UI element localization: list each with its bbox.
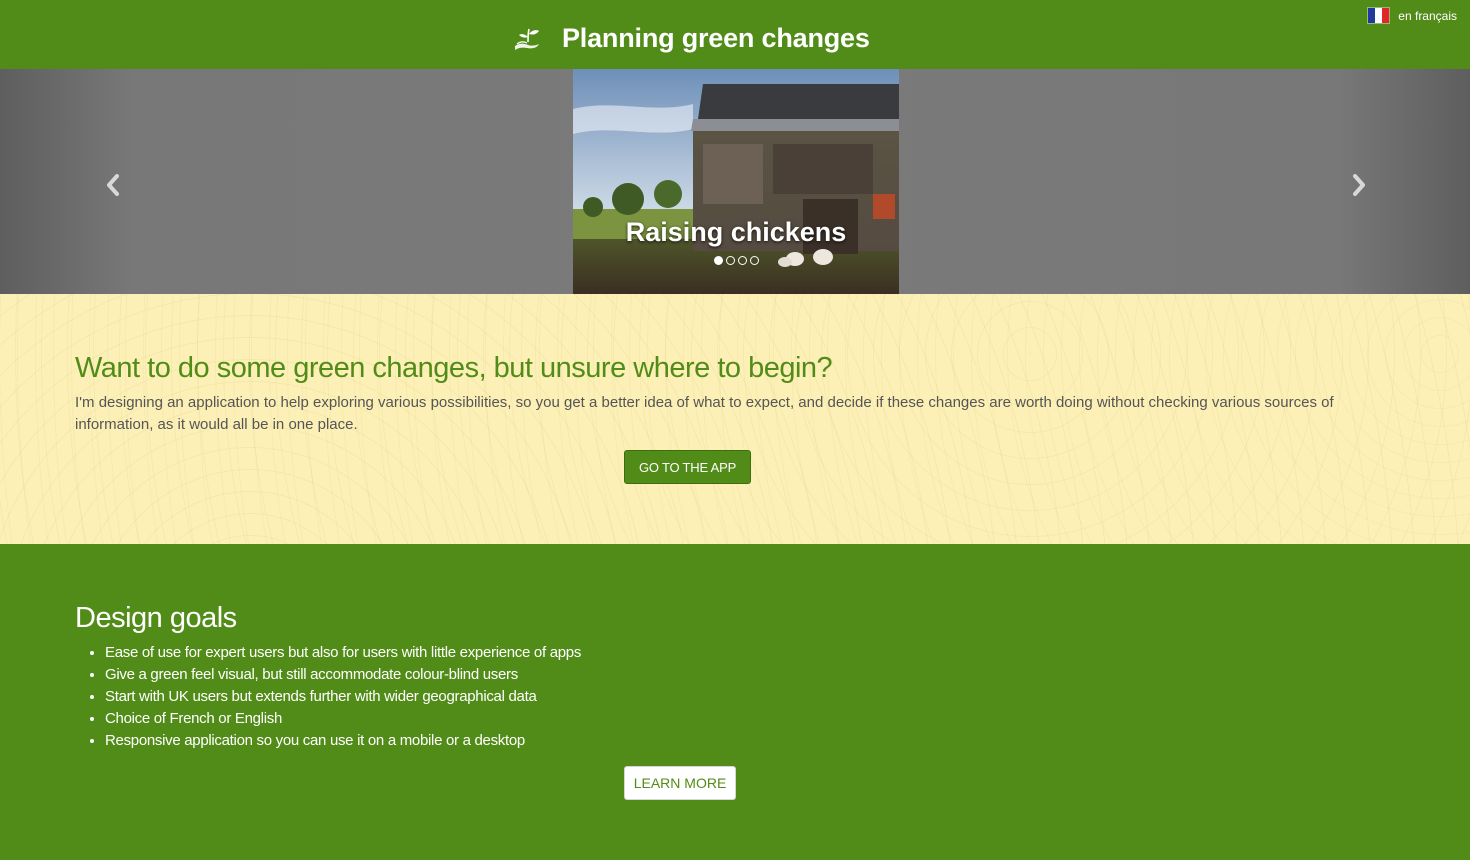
chevron-right-icon	[1353, 174, 1365, 196]
chevron-left-icon	[107, 174, 119, 196]
carousel-indicator-1[interactable]	[713, 256, 723, 265]
site-header: Planning green changes en français	[0, 0, 1470, 69]
list-item: Ease of use for expert users but also fo…	[105, 642, 581, 664]
intro-heading: Want to do some green changes, but unsur…	[75, 352, 833, 384]
carousel-prev-button[interactable]	[98, 169, 128, 201]
carousel-indicators	[573, 256, 899, 265]
list-item: Start with UK users but extends further …	[105, 686, 581, 708]
list-item: Choice of French or English	[105, 708, 581, 730]
goals-list: Ease of use for expert users but also fo…	[105, 642, 581, 752]
learn-more-button[interactable]: LEARN MORE	[624, 766, 736, 800]
carousel-indicator-2[interactable]	[725, 256, 735, 265]
list-item: Responsive application so you can use it…	[105, 730, 581, 752]
intro-paragraph: I'm designing an application to help exp…	[75, 394, 1334, 433]
goals-heading: Design goals	[75, 602, 237, 634]
image-carousel: Raising chickens	[0, 69, 1470, 294]
france-flag-icon	[1367, 7, 1391, 24]
language-switch-link[interactable]: en français	[1367, 7, 1457, 24]
carousel-caption: Raising chickens	[625, 217, 847, 247]
design-goals-section: Design goals Ease of use for expert user…	[0, 544, 1470, 860]
carousel-next-button[interactable]	[1344, 169, 1374, 201]
site-title: Planning green changes	[562, 22, 870, 53]
carousel-indicator-4[interactable]	[749, 256, 759, 265]
language-label: en français	[1398, 8, 1457, 23]
go-to-app-button[interactable]: GO TO THE APP	[624, 450, 751, 484]
sprout-in-hand-icon	[515, 28, 539, 50]
carousel-indicator-3[interactable]	[737, 256, 747, 265]
list-item: Give a green feel visual, but still acco…	[105, 664, 581, 686]
intro-section: Want to do some green changes, but unsur…	[0, 294, 1470, 544]
carousel-slide-image: Raising chickens	[573, 69, 899, 294]
brand[interactable]: Planning green changes	[512, 20, 870, 56]
